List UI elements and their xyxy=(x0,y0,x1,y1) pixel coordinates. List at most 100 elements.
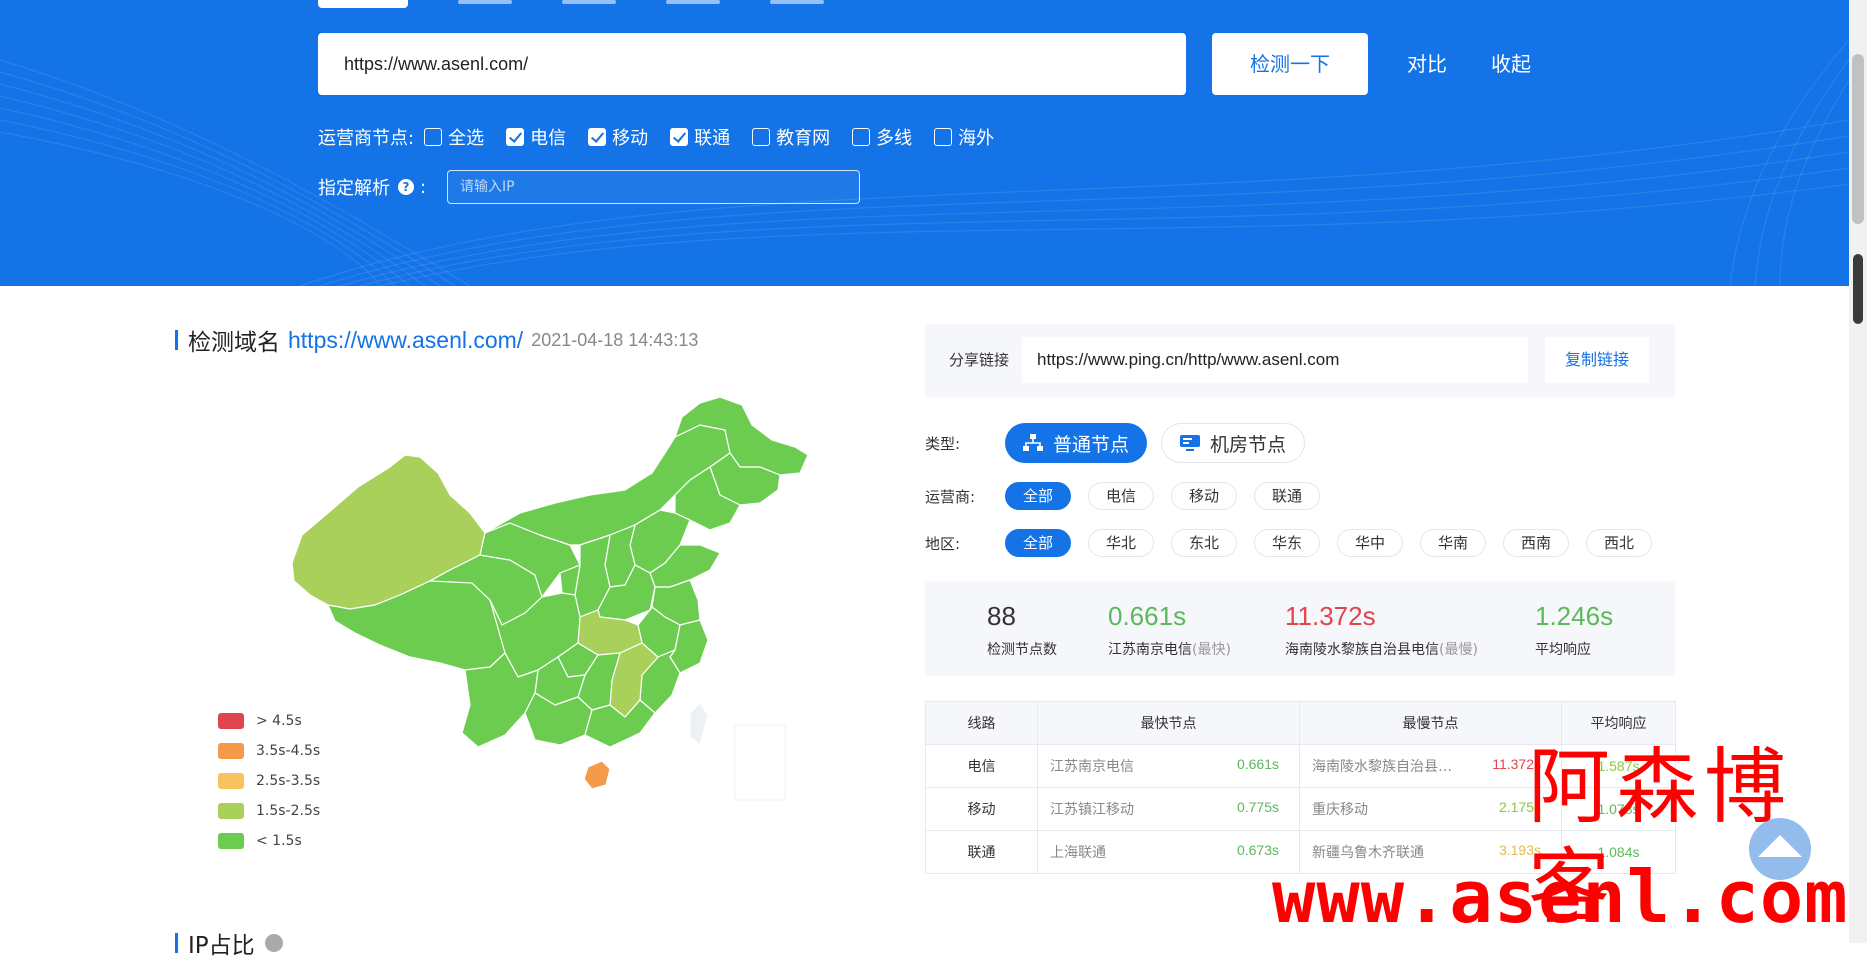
tab-indicator[interactable] xyxy=(770,0,824,4)
map-legend: > 4.5s 3.5s-4.5s 2.5s-3.5s 1.5s-2.5s < 1… xyxy=(218,706,320,856)
search-header: https://www.asenl.com/ 检测一下 对比 收起 运营商节点:… xyxy=(0,0,1849,286)
node-name: 江苏镇江移动 xyxy=(1050,802,1134,818)
fast-node-cell: 上海联通 0.673s xyxy=(1037,830,1300,874)
checkbox-label: 全选 xyxy=(448,128,485,149)
region-pill-south[interactable]: 华南 xyxy=(1420,529,1486,557)
checkbox-label: 多线 xyxy=(876,128,913,149)
stat-node-name: 江苏南京电信 xyxy=(1108,642,1192,658)
legend-item: 2.5s-3.5s xyxy=(218,766,320,796)
fast-node-cell: 江苏镇江移动 0.775s xyxy=(1037,787,1300,831)
checkbox-label: 电信 xyxy=(530,128,567,149)
slow-node-cell: 海南陵水黎族自治县电信 11.372s xyxy=(1299,744,1562,788)
collapse-link[interactable]: 收起 xyxy=(1491,33,1531,95)
node-name: 重庆移动 xyxy=(1312,802,1368,818)
stat-tag: (最慢) xyxy=(1439,642,1478,658)
region-tabs: 地区: 全部 华北 东北 华东 华中 华南 西南 西北 xyxy=(925,529,1669,557)
title-accent-bar xyxy=(175,330,178,350)
checkbox-box[interactable] xyxy=(424,128,443,146)
isp-tabs: 运营商: 全部 电信 移动 联通 xyxy=(925,482,1337,510)
tab-indicator[interactable] xyxy=(458,0,512,4)
region-pill-central[interactable]: 华中 xyxy=(1337,529,1403,557)
stat-label: 海南陵水黎族自治县电信(最慢) xyxy=(1285,639,1478,659)
result-domain-link[interactable]: https://www.asenl.com/ xyxy=(288,327,523,354)
region-pill-east[interactable]: 华东 xyxy=(1254,529,1320,557)
legend-label: < 1.5s xyxy=(256,833,302,849)
south-sea-inset xyxy=(734,724,786,801)
map-region-taiwan[interactable] xyxy=(689,702,709,746)
help-icon[interactable] xyxy=(264,934,283,952)
legend-swatch xyxy=(218,743,244,759)
share-url-field[interactable]: https://www.ping.cn/http/www.asenl.com xyxy=(1022,337,1528,383)
checkbox-label: 移动 xyxy=(612,128,649,149)
checkbox-label: 联通 xyxy=(694,128,731,149)
map-region-hainan[interactable] xyxy=(583,760,611,790)
checkbox-box[interactable] xyxy=(506,128,525,146)
scroll-thumb[interactable] xyxy=(1852,54,1864,224)
url-input[interactable]: https://www.asenl.com/ xyxy=(318,33,1186,95)
legend-item: 3.5s-4.5s xyxy=(218,736,320,766)
tab-indicator[interactable] xyxy=(562,0,616,4)
checkbox-education[interactable]: 教育网 xyxy=(752,124,830,150)
watermark-url: www.asenl.com xyxy=(1272,855,1849,939)
server-icon xyxy=(1180,435,1201,451)
legend-swatch xyxy=(218,803,244,819)
legend-item: > 4.5s xyxy=(218,706,320,736)
legend-label: 1.5s-2.5s xyxy=(256,803,321,819)
line-cell: 移动 xyxy=(925,787,1038,831)
checkbox-box[interactable] xyxy=(670,128,689,146)
ip-input[interactable]: 请输入IP xyxy=(447,170,860,204)
result-timestamp: 2021-04-18 14:43:13 xyxy=(531,329,699,350)
region-pill-northwest[interactable]: 西北 xyxy=(1586,529,1652,557)
checkbox-overseas[interactable]: 海外 xyxy=(934,124,994,150)
checkbox-box[interactable] xyxy=(852,128,871,146)
checkbox-box[interactable] xyxy=(588,128,607,146)
type-idc-node-button[interactable]: 机房节点 xyxy=(1161,423,1306,463)
region-pill-northeast[interactable]: 东北 xyxy=(1171,529,1237,557)
legend-item: 1.5s-2.5s xyxy=(218,796,320,826)
checkbox-mobile[interactable]: 移动 xyxy=(588,124,648,150)
checkbox-box[interactable] xyxy=(934,128,953,146)
compare-link[interactable]: 对比 xyxy=(1407,33,1447,95)
stat-label: 平均响应 xyxy=(1535,642,1591,658)
stat-tag: (最快) xyxy=(1192,642,1231,658)
type-normal-node-label: 普通节点 xyxy=(1053,433,1130,456)
checkbox-telecom[interactable]: 电信 xyxy=(506,124,566,150)
stats-summary: 88 检测节点数 0.661s 江苏南京电信(最快) 11.372s 海南陵水黎… xyxy=(925,581,1675,676)
isp-filter-row: 运营商节点: 全选 电信 移动 联通 教育网 多线 海外 xyxy=(318,123,1016,151)
isp-pill-mobile[interactable]: 移动 xyxy=(1171,482,1237,510)
checkbox-multiline[interactable]: 多线 xyxy=(852,124,912,150)
isp-pill-unicom[interactable]: 联通 xyxy=(1254,482,1320,510)
isp-pill-telecom[interactable]: 电信 xyxy=(1088,482,1154,510)
node-name: 海南陵水黎族自治县电信 xyxy=(1312,759,1457,775)
type-idc-node-label: 机房节点 xyxy=(1210,433,1287,456)
type-filter-label: 类型: xyxy=(925,434,961,453)
resolve-label: 指定解析 xyxy=(318,178,390,199)
node-name: 江苏南京电信 xyxy=(1050,759,1134,775)
resolve-colon: : xyxy=(420,176,427,198)
stat-value: 0.661s xyxy=(1108,601,1187,631)
tab-active-indicator[interactable] xyxy=(318,0,408,8)
help-icon[interactable]: ? xyxy=(398,179,414,195)
copy-link-button[interactable]: 复制链接 xyxy=(1545,337,1649,383)
checkbox-unicom[interactable]: 联通 xyxy=(670,124,730,150)
stat-label: 江苏南京电信(最快) xyxy=(1108,639,1231,659)
tab-indicator[interactable] xyxy=(666,0,720,4)
stat-label: 检测节点数 xyxy=(987,642,1057,658)
scroll-thumb-secondary[interactable] xyxy=(1853,254,1863,324)
type-normal-node-button[interactable]: 普通节点 xyxy=(1005,423,1148,463)
resolve-row: 指定解析 ? : xyxy=(318,170,426,204)
legend-swatch xyxy=(218,833,244,849)
checkbox-label: 海外 xyxy=(958,128,995,149)
table-header: 线路 xyxy=(925,701,1038,745)
detect-button[interactable]: 检测一下 xyxy=(1212,33,1368,95)
checkbox-box[interactable] xyxy=(752,128,771,146)
region-pill-north[interactable]: 华北 xyxy=(1088,529,1154,557)
fast-node-cell: 江苏南京电信 0.661s xyxy=(1037,744,1300,788)
checkbox-all[interactable]: 全选 xyxy=(424,124,484,150)
region-pill-southwest[interactable]: 西南 xyxy=(1503,529,1569,557)
share-panel: 分享链接 https://www.ping.cn/http/www.asenl.… xyxy=(925,324,1675,397)
region-pill-all[interactable]: 全部 xyxy=(1005,529,1071,557)
node-time: 0.775s xyxy=(1236,799,1279,815)
isp-pill-all[interactable]: 全部 xyxy=(1005,482,1071,510)
share-label: 分享链接 xyxy=(949,351,1010,369)
